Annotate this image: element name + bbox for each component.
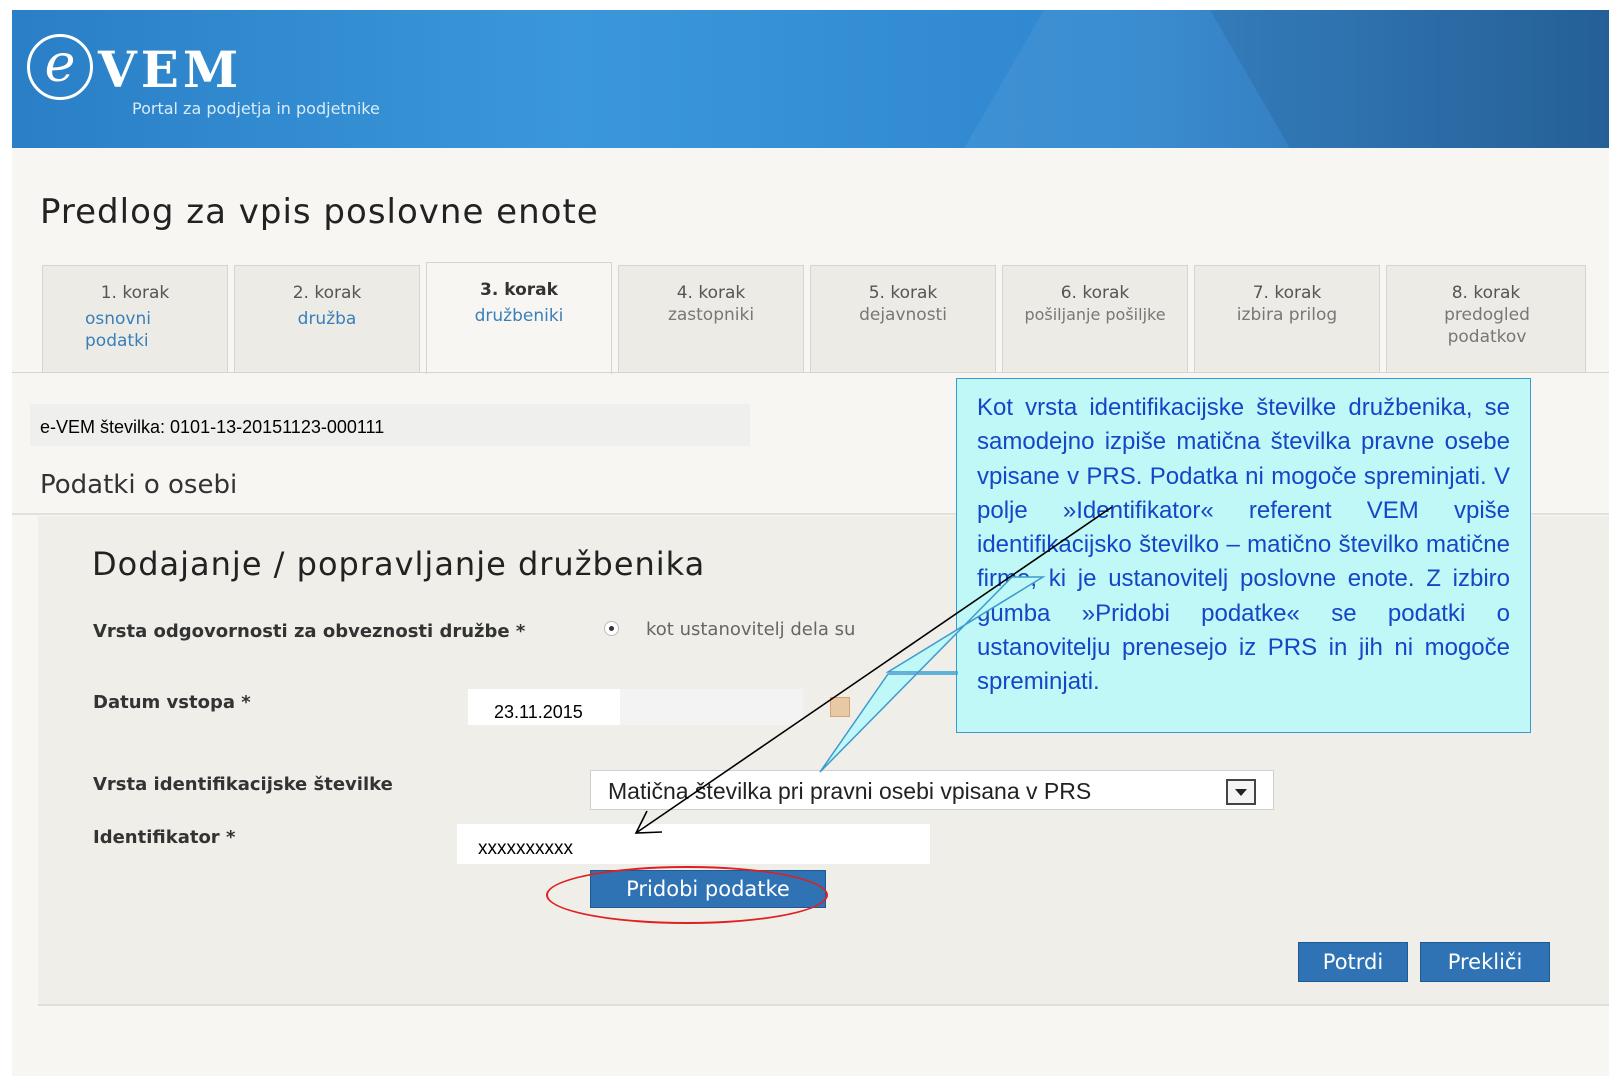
tab-step-label: 5. korak: [868, 283, 938, 303]
tab-step-label: 2. korak: [292, 283, 362, 303]
tab-step-name: zastopniki: [667, 305, 755, 325]
tab-step-3[interactable]: 3. korak družbeniki: [426, 262, 612, 374]
confirm-button[interactable]: Potrdi: [1298, 942, 1408, 982]
tab-step-label: 4. korak: [676, 283, 746, 303]
date-value[interactable]: 23.11.2015: [494, 702, 583, 723]
tab-step-name: dejavnosti: [859, 305, 947, 325]
section-title: Podatki o osebi: [40, 470, 238, 500]
id-type-label: Vrsta identifikacijske številke: [93, 774, 393, 795]
tab-step-label: 8. korak: [1451, 283, 1521, 303]
logo-e-icon[interactable]: e: [27, 34, 93, 100]
cancel-button[interactable]: Prekliči: [1420, 942, 1550, 982]
tab-divider: [12, 372, 1609, 373]
tab-step-name: predogled podatkov: [1444, 305, 1530, 347]
tab-step-4[interactable]: 4. korak zastopniki: [618, 265, 804, 372]
tab-step-label: 3. korak: [480, 280, 558, 300]
tab-step-5[interactable]: 5. korak dejavnosti: [810, 265, 996, 372]
form-title: Dodajanje / popravljanje družbenika: [92, 545, 706, 583]
tab-step-name: pošiljanje pošiljke: [1024, 305, 1166, 324]
identifier-label: Identifikator *: [93, 827, 236, 848]
tab-step-label: 7. korak: [1252, 283, 1322, 303]
logo-name[interactable]: VEM: [98, 42, 242, 98]
tab-step-8[interactable]: 8. korak predogled podatkov: [1386, 265, 1586, 372]
liability-label: Vrsta odgovornosti za obveznosti družbe …: [93, 621, 526, 642]
highlight-ellipse: [546, 866, 828, 924]
tab-step-name: družbeniki: [474, 306, 564, 326]
chevron-down-icon[interactable]: [1226, 779, 1256, 805]
callout-annotation: Kot vrsta identifikacijske številke druž…: [956, 378, 1531, 733]
logo-tagline: Portal za podjetja in podjetnike: [132, 99, 380, 118]
identifier-value[interactable]: xxxxxxxxxx: [478, 838, 573, 860]
liability-radio[interactable]: [604, 621, 619, 636]
liability-option-label[interactable]: kot ustanovitelj dela su: [646, 619, 855, 640]
tab-step-1[interactable]: 1. korak osnovni podatki: [42, 265, 228, 372]
tab-step-name: izbira prilog: [1236, 305, 1338, 325]
tab-step-7[interactable]: 7. korak izbira prilog: [1194, 265, 1380, 372]
tab-step-label: 6. korak: [1060, 283, 1130, 303]
tab-step-6[interactable]: 6. korak pošiljanje pošiljke: [1002, 265, 1188, 372]
page-title: Predlog za vpis poslovne enote: [40, 192, 599, 232]
date-label: Datum vstopa *: [93, 692, 251, 713]
date-field-background: [620, 689, 803, 725]
calendar-icon[interactable]: [830, 697, 850, 717]
tab-step-name: osnovni podatki: [85, 309, 151, 351]
tab-step-label: 1. korak: [100, 283, 170, 303]
tab-step-name: družba: [297, 309, 357, 329]
evem-number: e-VEM številka: 0101-13-20151123-000111: [40, 417, 385, 437]
id-type-value[interactable]: Matična številka pri pravni osebi vpisan…: [608, 778, 1091, 805]
tab-step-2[interactable]: 2. korak družba: [234, 265, 420, 372]
site-header: [12, 10, 1609, 148]
